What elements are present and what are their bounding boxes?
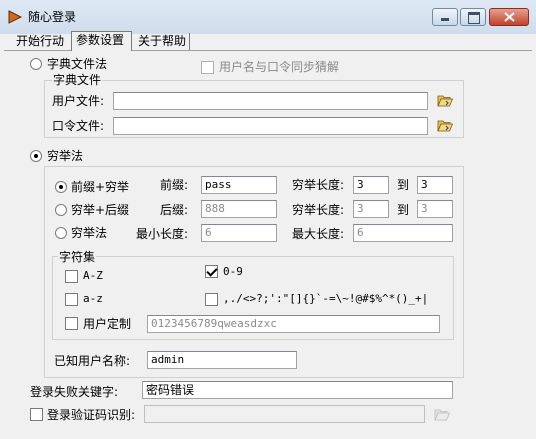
prefix-mode-radio[interactable] xyxy=(55,181,67,193)
pass-file-input[interactable] xyxy=(113,117,428,135)
length-label-2: 穷举长度: xyxy=(292,203,345,217)
digits-label: 0-9 xyxy=(223,265,243,278)
max-length-label: 最大长度: xyxy=(292,227,345,241)
suffix-mode-label: 穷举+后缀 xyxy=(71,203,130,217)
uppercase-label: A-Z xyxy=(83,269,103,282)
close-button[interactable] xyxy=(489,8,529,26)
open-folder-icon[interactable] xyxy=(437,94,453,107)
dictionary-radio[interactable] xyxy=(30,58,42,70)
known-user-label: 已知用户名称: xyxy=(54,354,131,368)
captcha-label: 登录验证码识别: xyxy=(47,408,136,422)
digits-checkbox[interactable] xyxy=(205,265,218,278)
max-length-input[interactable]: 6 xyxy=(353,224,453,242)
open-folder-icon[interactable] xyxy=(434,408,450,421)
charset-group-title: 字符集 xyxy=(58,250,97,264)
captcha-checkbox[interactable] xyxy=(30,408,43,421)
suffix-label: 后缀: xyxy=(160,203,189,217)
length-to-input-2[interactable]: 3 xyxy=(417,200,453,218)
custom-charset-input[interactable]: 0123456789qweasdzxc xyxy=(147,315,440,333)
tab-settings[interactable]: 参数设置 xyxy=(71,31,132,51)
close-icon xyxy=(504,12,515,22)
user-file-input[interactable] xyxy=(113,92,428,110)
suffix-input[interactable]: 888 xyxy=(201,200,277,218)
maximize-button[interactable] xyxy=(460,8,486,26)
lowercase-label: a-z xyxy=(83,292,103,305)
maximize-icon xyxy=(468,12,480,24)
custom-charset-label: 用户定制 xyxy=(83,317,132,331)
min-length-label: 最小长度: xyxy=(136,227,189,241)
minimize-icon xyxy=(441,18,449,21)
open-folder-icon[interactable] xyxy=(437,119,453,132)
user-file-label: 用户文件: xyxy=(52,94,105,108)
length-from-input-2[interactable]: 3 xyxy=(353,200,389,218)
window-title: 随心登录 xyxy=(28,10,77,24)
symbols-label: ,./<>?;':"[]{}`-=\~!@#$%^*()_+| xyxy=(223,292,429,305)
pass-file-label: 口令文件: xyxy=(52,119,105,133)
sync-guess-checkbox[interactable] xyxy=(201,61,214,74)
known-user-input[interactable]: admin xyxy=(147,351,297,369)
uppercase-checkbox[interactable] xyxy=(65,270,78,283)
fail-keyword-input[interactable]: 密码错误 xyxy=(142,381,453,399)
plain-mode-label: 穷举法 xyxy=(71,226,108,240)
length-label-1: 穷举长度: xyxy=(292,178,345,192)
prefix-input[interactable]: pass xyxy=(201,176,277,194)
prefix-mode-label: 前缀+穷举 xyxy=(71,180,130,194)
tab-help[interactable]: 关于帮助 xyxy=(134,33,191,50)
length-to-label-1: 到 xyxy=(397,178,410,192)
fail-keyword-label: 登录失败关键字: xyxy=(30,385,119,399)
tab-start[interactable]: 开始行动 xyxy=(12,33,68,50)
lowercase-checkbox[interactable] xyxy=(65,293,78,306)
dictionary-group-title: 字典文件 xyxy=(52,73,103,87)
min-length-input[interactable]: 6 xyxy=(201,224,277,242)
captcha-input[interactable] xyxy=(144,405,425,423)
length-from-input-1[interactable]: 3 xyxy=(353,176,389,194)
prefix-label: 前缀: xyxy=(160,178,189,192)
symbols-checkbox[interactable] xyxy=(205,293,218,306)
minimize-button[interactable] xyxy=(432,8,458,26)
sync-guess-label: 用户名与口令同步猜解 xyxy=(219,60,340,74)
dictionary-radio-label: 字典文件法 xyxy=(47,57,108,71)
suffix-mode-radio[interactable] xyxy=(55,204,67,216)
length-to-label-2: 到 xyxy=(397,203,410,217)
exhaustive-radio[interactable] xyxy=(30,150,42,162)
plain-mode-radio[interactable] xyxy=(55,227,67,239)
length-to-input-1[interactable]: 3 xyxy=(417,176,453,194)
app-icon xyxy=(8,10,22,24)
custom-charset-checkbox[interactable] xyxy=(65,317,78,330)
exhaustive-radio-label: 穷举法 xyxy=(47,149,84,163)
